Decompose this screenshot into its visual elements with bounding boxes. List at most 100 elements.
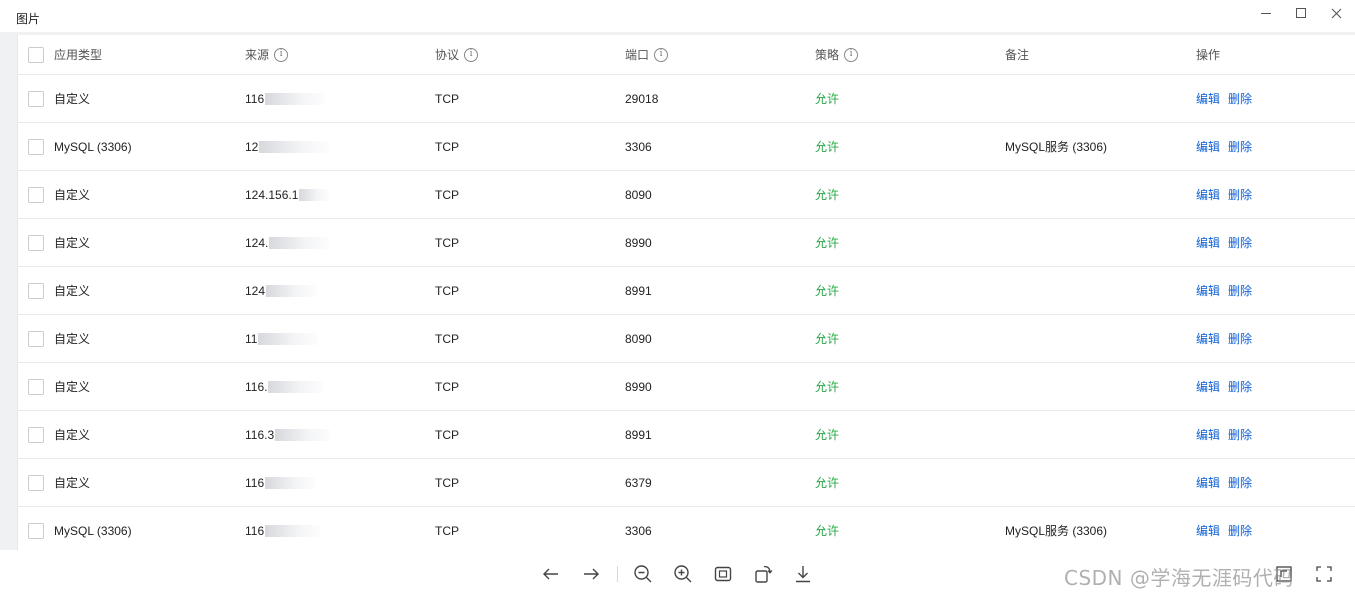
redacted-mask	[258, 332, 319, 345]
delete-link[interactable]: 删除	[1228, 330, 1252, 347]
header-protocol: 协议 i	[435, 35, 479, 74]
rule-protocol: TCP	[435, 139, 459, 154]
info-icon[interactable]: i	[274, 47, 289, 62]
rule-port: 3306	[625, 523, 652, 538]
rule-type: 自定义	[54, 380, 91, 394]
info-icon[interactable]: i	[654, 47, 669, 62]
rule-policy: 允许	[815, 380, 840, 394]
header-policy: 策略 i	[815, 35, 859, 74]
rule-ops: 编辑 删除	[1196, 219, 1260, 266]
zoom-in-button[interactable]	[671, 562, 695, 586]
download-icon	[796, 566, 810, 583]
fit-screen-icon	[714, 566, 732, 582]
delete-link[interactable]: 删除	[1228, 522, 1252, 539]
maximize-icon	[1296, 8, 1306, 18]
rule-type: MySQL (3306)	[54, 523, 132, 538]
row-checkbox[interactable]	[28, 138, 44, 155]
rule-policy: 允许	[815, 428, 840, 442]
edit-link[interactable]: 编辑	[1196, 474, 1220, 491]
window-title: 图片	[16, 12, 41, 26]
edit-link[interactable]: 编辑	[1196, 138, 1220, 155]
info-icon[interactable]: i	[844, 47, 859, 62]
rule-source: 116	[245, 459, 316, 506]
rule-source-text: 11	[245, 331, 258, 346]
redacted-mask	[265, 92, 326, 105]
rule-source-text: 116	[245, 475, 265, 490]
table-row: 自定义 116.3 TCP 8991 允许 编辑 删除	[18, 411, 1355, 459]
table-row: 自定义 116 TCP 29018 允许 编辑 删除	[18, 75, 1355, 123]
table-row: 自定义 11 TCP 8090 允许 编辑 删除	[18, 315, 1355, 363]
rule-ops: 编辑 删除	[1196, 75, 1260, 122]
minimize-icon	[1261, 12, 1271, 14]
row-checkbox[interactable]	[28, 378, 44, 395]
redacted-mask	[259, 140, 330, 153]
table-row: 自定义 124 TCP 8991 允许 编辑 删除	[18, 267, 1355, 315]
redacted-mask	[265, 476, 316, 489]
fullscreen-button[interactable]	[1312, 562, 1336, 586]
delete-link[interactable]: 删除	[1228, 282, 1252, 299]
rule-type: 自定义	[54, 188, 91, 202]
edit-link[interactable]: 编辑	[1196, 330, 1220, 347]
rule-source-text: 116	[245, 91, 265, 106]
header-source-label: 来源	[245, 48, 270, 62]
rule-source-text: 116	[245, 523, 265, 538]
rule-policy: 允许	[815, 476, 840, 490]
rule-policy: 允许	[815, 332, 840, 346]
edit-link[interactable]: 编辑	[1196, 282, 1220, 299]
rule-ops: 编辑 删除	[1196, 267, 1260, 314]
row-checkbox[interactable]	[28, 186, 44, 203]
zoom-out-button[interactable]	[631, 562, 655, 586]
row-checkbox[interactable]	[28, 330, 44, 347]
next-button[interactable]	[579, 562, 603, 586]
edit-link[interactable]: 编辑	[1196, 186, 1220, 203]
redacted-mask	[299, 188, 330, 201]
minimize-button[interactable]	[1248, 4, 1284, 22]
rule-type: 自定义	[54, 92, 91, 106]
delete-link[interactable]: 删除	[1228, 90, 1252, 107]
maximize-button[interactable]	[1283, 4, 1319, 22]
rule-note: MySQL服务 (3306)	[1005, 524, 1108, 538]
edit-link[interactable]: 编辑	[1196, 234, 1220, 251]
row-checkbox[interactable]	[28, 474, 44, 491]
rule-source-text: 124.156.1	[245, 187, 299, 202]
watermark: CSDN @学海无涯码代码	[1064, 566, 1294, 590]
row-checkbox[interactable]	[28, 282, 44, 299]
row-checkbox[interactable]	[28, 234, 44, 251]
header-type: 应用类型	[54, 48, 103, 62]
row-checkbox[interactable]	[28, 426, 44, 443]
fit-screen-button[interactable]	[711, 562, 735, 586]
delete-link[interactable]: 删除	[1228, 234, 1252, 251]
rule-type: 自定义	[54, 332, 91, 346]
rule-ops: 编辑 删除	[1196, 363, 1260, 410]
fullscreen-icon	[1316, 566, 1332, 582]
rule-port: 8990	[625, 379, 652, 394]
rule-policy: 允许	[815, 284, 840, 298]
delete-link[interactable]: 删除	[1228, 378, 1252, 395]
delete-link[interactable]: 删除	[1228, 426, 1252, 443]
image-viewport[interactable]: 应用类型 来源 i 协议 i 端口 i 策略 i 备注 操作 自定义 116 TCP 2901…	[0, 32, 1355, 550]
previous-button[interactable]	[539, 562, 563, 586]
row-checkbox[interactable]	[28, 90, 44, 107]
rotate-button[interactable]	[751, 562, 775, 586]
edit-link[interactable]: 编辑	[1196, 426, 1220, 443]
download-button[interactable]	[791, 562, 815, 586]
header-ops: 操作	[1196, 48, 1221, 62]
rule-ops: 编辑 删除	[1196, 459, 1260, 506]
edit-link[interactable]: 编辑	[1196, 378, 1220, 395]
info-icon[interactable]: i	[464, 47, 479, 62]
edit-link[interactable]: 编辑	[1196, 90, 1220, 107]
select-all-checkbox[interactable]	[28, 46, 44, 63]
rule-source: 11	[245, 315, 319, 362]
redacted-mask	[268, 380, 324, 393]
window-titlebar: 图片	[0, 0, 1355, 32]
rule-protocol: TCP	[435, 331, 459, 346]
rule-source: 12	[245, 123, 330, 170]
close-button[interactable]	[1318, 4, 1354, 22]
delete-link[interactable]: 删除	[1228, 186, 1252, 203]
edit-link[interactable]: 编辑	[1196, 522, 1220, 539]
table-row: MySQL (3306) 12 TCP 3306 允许 MySQL服务 (3306) 编辑删…	[18, 123, 1355, 171]
row-checkbox[interactable]	[28, 522, 44, 539]
delete-link[interactable]: 删除	[1228, 138, 1252, 155]
rule-port: 3306	[625, 139, 652, 154]
delete-link[interactable]: 删除	[1228, 474, 1252, 491]
